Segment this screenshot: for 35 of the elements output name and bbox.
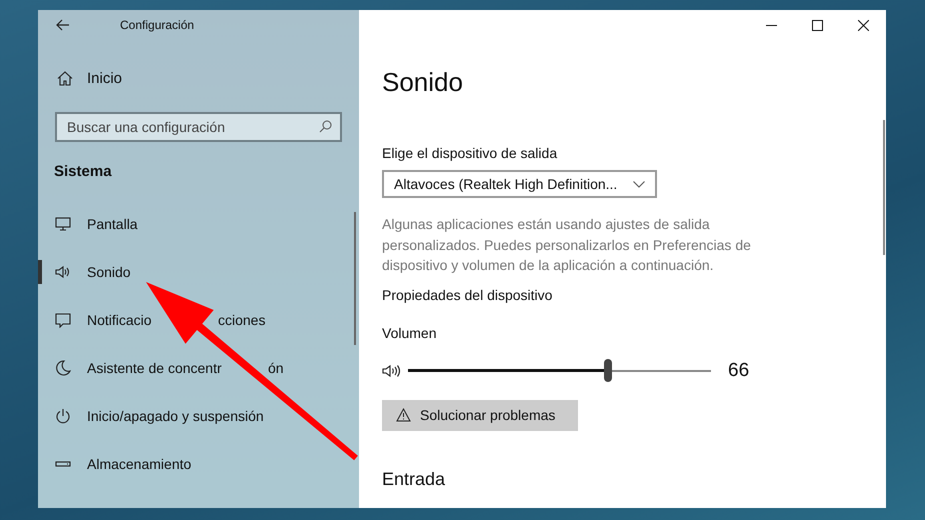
sidebar-item-label[interactable]: cciones [218, 312, 266, 328]
search-field[interactable]: Buscar una configuración [55, 112, 342, 142]
slider-thumb[interactable] [604, 358, 612, 382]
monitor-icon [55, 216, 71, 232]
speaker-icon [55, 264, 71, 280]
sidebar-item-label[interactable]: Pantalla [87, 216, 138, 232]
sidebar-item-label[interactable]: ón [268, 360, 284, 376]
window-title: Configuración [120, 18, 194, 32]
speaker-icon[interactable] [382, 362, 403, 378]
chevron-down-icon [633, 180, 645, 188]
section-heading: Entrada [382, 468, 446, 490]
moon-icon [55, 360, 71, 376]
search-icon [319, 120, 332, 133]
troubleshoot-button[interactable]: Solucionar problemas [382, 400, 578, 430]
info-text: Algunas aplicaciones están usando ajustes de salida personalizados. Puedes personalizarlos en Preferencias de dispositivo y volumen de la aplicación a continuación. [382, 215, 752, 275]
power-icon [55, 408, 71, 424]
device-properties-link[interactable]: Propiedades del dispositivo [382, 286, 886, 302]
home-icon [57, 71, 73, 86]
maximize-icon [812, 20, 822, 30]
sidebar-item-label[interactable]: Inicio/apagado y suspensión [87, 408, 264, 424]
section-heading: Sistema [53, 162, 113, 182]
speech-bubble-icon [55, 312, 71, 328]
page-title: Sonido [382, 67, 464, 99]
close-icon [858, 20, 868, 30]
sidebar-item-label[interactable]: Almacenamiento [87, 456, 192, 472]
back-arrow-icon[interactable] [56, 19, 70, 31]
volume-value: 66 [728, 360, 750, 382]
sidebar-item-label[interactable]: Notificacio [87, 312, 218, 328]
output-label: Elige el dispositivo de salida [382, 145, 558, 161]
home-link[interactable]: Inicio [87, 70, 122, 87]
volume-label: Volumen [382, 324, 438, 340]
warning-icon [396, 408, 411, 422]
sidebar-item-label[interactable]: Sonido [87, 264, 131, 280]
output-device-dropdown[interactable]: Altavoces (Realtek High Definition... [382, 170, 657, 198]
sidebar-item-label[interactable]: Asistente de concentr [87, 360, 268, 376]
